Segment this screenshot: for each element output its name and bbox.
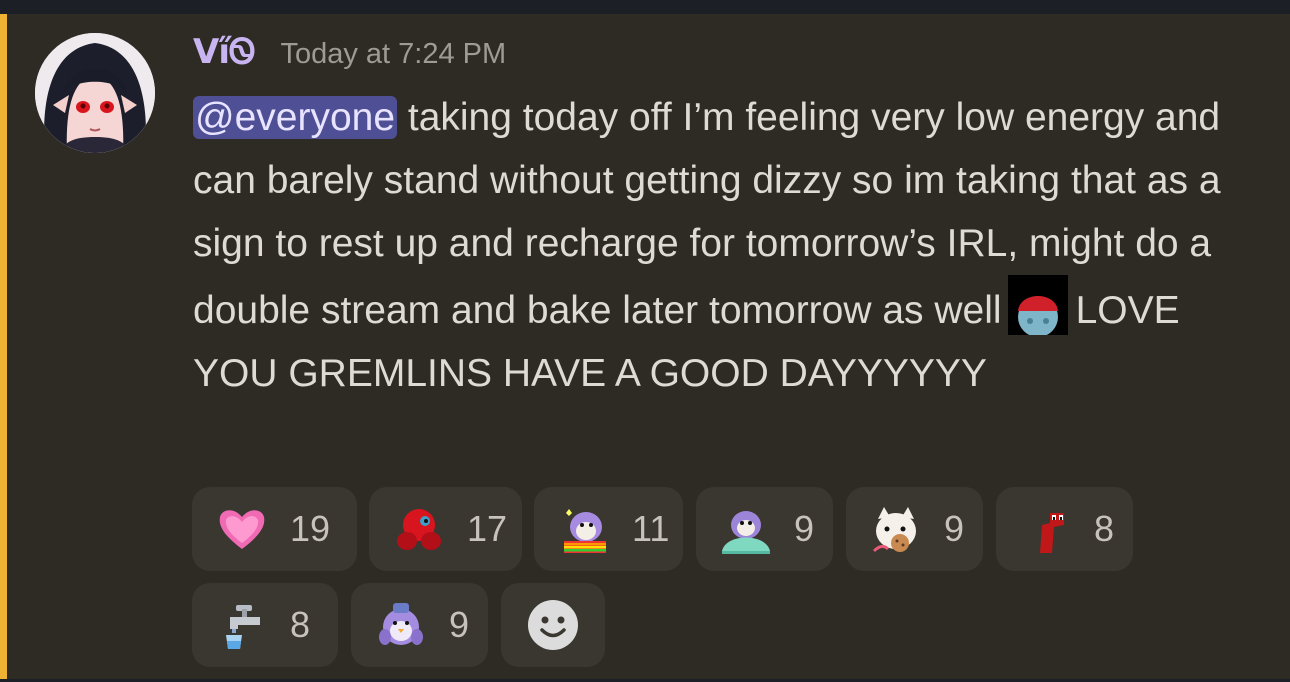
- red-worm-icon: [1040, 513, 1064, 553]
- reaction-count: 8: [290, 604, 311, 645]
- timestamp[interactable]: Today at 7:24 PM: [280, 34, 506, 74]
- penguin-hug-icon: [379, 603, 423, 645]
- reaction-pink-heart[interactable]: 19: [192, 487, 357, 571]
- add-reaction-button[interactable]: [501, 583, 605, 667]
- reaction-count: 8: [1094, 508, 1115, 549]
- pink-heart-icon: [219, 510, 265, 549]
- faucet-icon: [226, 605, 260, 649]
- username[interactable]: Vi̋Ꮻ: [193, 32, 255, 72]
- smiley-add-icon: [528, 600, 578, 650]
- red-parrot-hug-icon: [397, 509, 441, 550]
- reaction-penguin-hug[interactable]: 9: [351, 583, 488, 667]
- reaction-count: 9: [449, 604, 470, 645]
- reaction-count: 19: [290, 508, 331, 549]
- top-bar: [0, 0, 1290, 14]
- avatar[interactable]: [35, 33, 155, 153]
- reaction-cat-cookie[interactable]: 9: [846, 487, 983, 571]
- reaction-count: 9: [944, 508, 965, 549]
- reaction-faucet[interactable]: 8: [192, 583, 338, 667]
- avatar-image: [35, 33, 155, 153]
- reaction-red-parrot[interactable]: 17: [369, 487, 522, 571]
- cat-cookie-icon: [872, 507, 916, 553]
- message-header: Vi̋Ꮻ Today at 7:24 PM: [193, 22, 506, 82]
- message-content: @everyone taking today off I’m feeling v…: [193, 86, 1223, 405]
- reaction-red-worm[interactable]: 8: [996, 487, 1133, 571]
- rainbow-penguin-icon: [564, 509, 606, 553]
- penguin-blanket-icon: [722, 511, 770, 554]
- reaction-count: 11: [632, 508, 670, 549]
- reaction-count: 9: [794, 508, 815, 549]
- mention-highlight-bar: [0, 14, 7, 682]
- gremlin-emoji[interactable]: [1007, 275, 1068, 337]
- reaction-count: 17: [467, 508, 508, 549]
- reaction-rainbow-penguin[interactable]: 11: [534, 487, 683, 571]
- everyone-mention[interactable]: @everyone: [193, 96, 398, 139]
- reaction-penguin-blanket[interactable]: 9: [696, 487, 833, 571]
